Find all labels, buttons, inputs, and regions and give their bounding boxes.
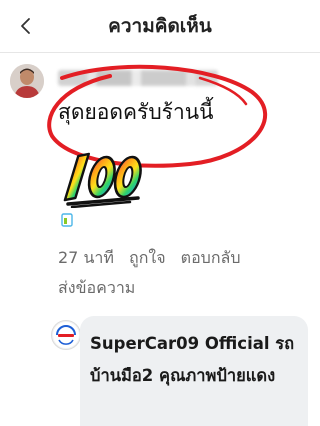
- commenter-name-blurred[interactable]: [58, 70, 218, 86]
- chevron-left-icon: [21, 18, 30, 34]
- comment-text: สุดยอดครับร้านนี้: [58, 100, 214, 124]
- page-avatar[interactable]: [51, 320, 81, 350]
- send-message-link[interactable]: ส่งข้อความ: [58, 276, 135, 301]
- reply-link[interactable]: ตอบกลับ: [181, 248, 241, 267]
- comment-time: 27 นาที: [58, 248, 114, 267]
- header-bar: ความคิดเห็น: [0, 0, 320, 53]
- hundred-points-sticker[interactable]: [60, 148, 152, 208]
- supercar-logo-icon: [53, 322, 79, 348]
- like-link[interactable]: ถูกใจ: [129, 248, 166, 267]
- back-button[interactable]: [12, 12, 40, 40]
- reply-text: SuperCar09 Official รถบ้านมือ2 คุณภาพป้า…: [90, 334, 295, 385]
- page-title: ความคิดเห็น: [108, 15, 212, 37]
- comment-meta-row: 27 นาที ถูกใจ ตอบกลับ: [58, 246, 250, 271]
- commenter-avatar[interactable]: [10, 64, 44, 98]
- sticker-source-icon: [61, 213, 73, 227]
- avatar-photo-icon: [10, 64, 44, 98]
